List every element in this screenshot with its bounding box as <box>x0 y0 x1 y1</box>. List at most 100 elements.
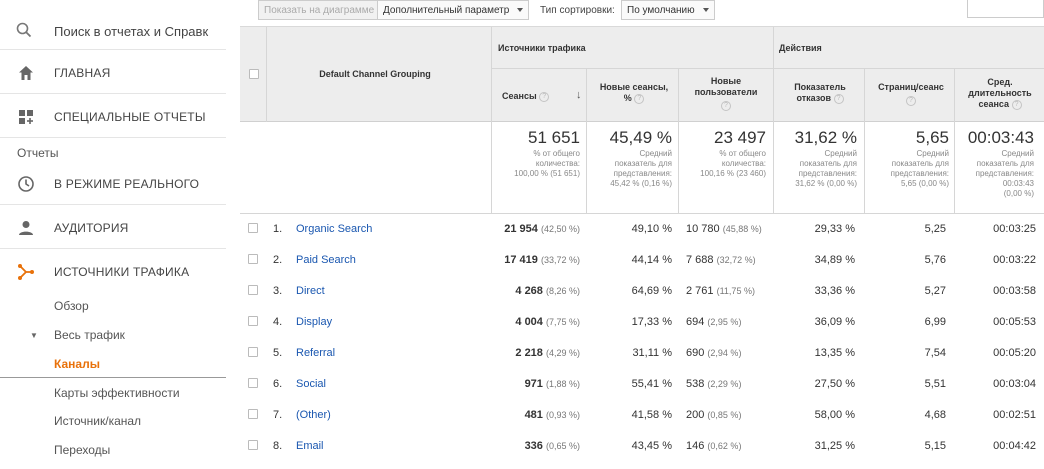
channel-link[interactable]: Paid Search <box>296 254 356 266</box>
clock-icon <box>18 176 34 192</box>
row-index: 2. <box>273 254 283 266</box>
table-search-input[interactable] <box>967 0 1044 18</box>
sessions-value: 2 218 <box>515 347 543 359</box>
search-icon <box>16 22 32 38</box>
sidebar-sub-treemaps[interactable]: Карты эффективности <box>54 386 180 400</box>
col-header-avg-duration[interactable]: Сред. длительность сеанса ? <box>956 77 1044 110</box>
sidebar-item-custom-reports[interactable]: СПЕЦИАЛЬНЫЕ ОТЧЕТЫ <box>0 94 226 138</box>
secondary-dimension-dropdown[interactable]: Дополнительный параметр <box>377 0 530 20</box>
caret-down-icon <box>702 8 709 13</box>
channel-link[interactable]: Direct <box>296 285 325 297</box>
help-icon[interactable]: ? <box>906 95 916 106</box>
sessions-percent: (8,26 %) <box>545 286 580 296</box>
bounce-rate-cell: 34,89 % <box>814 254 855 266</box>
sidebar-item-label: ГЛАВНАЯ <box>54 66 111 80</box>
row-checkbox[interactable] <box>248 347 258 357</box>
help-icon[interactable]: ? <box>833 93 844 104</box>
total-value: 31,62 % <box>794 128 857 147</box>
sessions-value: 336 <box>524 440 543 452</box>
channel-link[interactable]: Social <box>296 378 326 390</box>
avg-duration-cell: 00:04:42 <box>993 440 1036 452</box>
sidebar-sub-all-traffic[interactable]: ▼ Весь трафик <box>30 328 125 342</box>
col-header-sessions[interactable]: Сеансы ? <box>502 91 584 102</box>
sidebar: Поиск в отчетах и Справк ГЛАВНАЯ СПЕЦИАЛ… <box>0 0 226 469</box>
row-checkbox[interactable] <box>248 316 258 326</box>
total-note: 5,65 (0,00 %) <box>900 179 949 188</box>
channel-link[interactable]: Display <box>296 316 332 328</box>
report-search[interactable]: Поиск в отчетах и Справк <box>0 0 226 50</box>
col-header-label: Новые <box>710 76 742 86</box>
sidebar-item-realtime[interactable]: В РЕЖИМЕ РЕАЛЬНОГО <box>0 161 226 205</box>
pages-per-session-cell: 5,51 <box>924 378 946 390</box>
new-users-percent: (2,94 %) <box>707 348 742 358</box>
new-users-value: 694 <box>686 316 705 328</box>
sidebar-item-audience[interactable]: АУДИТОРИЯ <box>0 205 226 249</box>
totals-row: 51 651 % от общего количества: 100,00 % … <box>240 122 1044 214</box>
secondary-dimension-label: Дополнительный параметр <box>383 5 510 16</box>
total-note: представления: <box>798 169 857 178</box>
help-icon[interactable]: ? <box>539 91 550 102</box>
select-all-checkbox[interactable] <box>249 69 259 79</box>
new-users-value: 200 <box>686 409 705 421</box>
row-checkbox[interactable] <box>248 378 258 388</box>
row-checkbox[interactable] <box>248 409 258 419</box>
group-header-acquisition: Источники трафика <box>498 43 586 53</box>
new-users-cell: 10 780 (45,88 %) <box>686 223 762 235</box>
new-sessions-cell: 31,11 % <box>632 347 672 359</box>
channel-link[interactable]: Email <box>296 440 324 452</box>
dimension-header[interactable]: Default Channel Grouping <box>270 69 480 80</box>
help-icon[interactable]: ? <box>634 93 645 104</box>
row-checkbox[interactable] <box>248 285 258 295</box>
total-note: % от общего <box>533 149 580 158</box>
pages-per-session-cell: 6,99 <box>924 316 946 328</box>
help-icon[interactable]: ? <box>721 100 731 111</box>
sessions-percent: (7,75 %) <box>545 317 580 327</box>
sidebar-sub-channels[interactable]: Каналы <box>54 357 100 371</box>
new-users-cell: 690 (2,94 %) <box>686 347 741 359</box>
sessions-value: 971 <box>524 378 543 390</box>
new-sessions-cell: 17,33 % <box>631 316 672 328</box>
sort-type-dropdown[interactable]: По умолчанию <box>621 0 715 20</box>
pages-per-session-cell: 5,15 <box>924 440 946 452</box>
col-header-label: Страниц/сеанс <box>878 82 944 92</box>
sessions-value: 17 419 <box>504 254 538 266</box>
col-header-bounce-rate[interactable]: Показатель отказов ? <box>777 82 863 104</box>
channel-link[interactable]: Organic Search <box>296 223 372 235</box>
row-checkbox[interactable] <box>248 254 258 264</box>
sort-desc-icon[interactable]: ↓ <box>576 89 582 101</box>
sidebar-sub-referrals[interactable]: Переходы <box>54 443 110 457</box>
table-row: 8. Email 336 (0,65 %) 43,45 % 146 (0,62 %) 31… <box>240 431 1044 462</box>
col-header-new-sessions[interactable]: Новые сеансы, % ? <box>590 82 678 104</box>
new-sessions-cell: 55,41 % <box>631 378 672 390</box>
bounce-rate-cell: 58,00 % <box>814 409 855 421</box>
search-input[interactable]: Поиск в отчетах и Справк <box>54 24 208 39</box>
col-header-label: длительность <box>968 88 1032 98</box>
new-users-cell: 200 (0,85 %) <box>686 409 741 421</box>
total-sessions: 51 651 % от общего количества: 100,00 % … <box>494 128 580 178</box>
row-checkbox[interactable] <box>248 440 258 450</box>
bounce-rate-cell: 31,25 % <box>814 440 855 452</box>
total-note: 100,00 % (51 651) <box>514 169 580 178</box>
channel-link[interactable]: Referral <box>296 347 335 359</box>
sidebar-item-home[interactable]: ГЛАВНАЯ <box>0 50 226 94</box>
avg-duration-cell: 00:03:04 <box>993 378 1036 390</box>
pages-per-session-cell: 5,25 <box>924 223 946 235</box>
sidebar-sub-overview[interactable]: Обзор <box>54 299 89 313</box>
new-sessions-cell: 41,58 % <box>631 409 672 421</box>
pages-per-session-cell: 5,27 <box>924 285 946 297</box>
total-note: показатель для <box>891 159 949 168</box>
new-users-cell: 2 761 (11,75 %) <box>686 285 755 297</box>
plot-rows-button[interactable]: Показать на диаграмме <box>258 0 381 20</box>
sidebar-item-label: СПЕЦИАЛЬНЫЕ ОТЧЕТЫ <box>54 110 206 124</box>
help-icon[interactable]: ? <box>1011 99 1022 110</box>
col-header-pages-per-session[interactable]: Страниц/сеанс ? <box>867 82 955 106</box>
sidebar-sub-source-medium[interactable]: Источник/канал <box>54 414 141 428</box>
channel-link[interactable]: (Other) <box>296 409 331 421</box>
sidebar-item-acquisition[interactable]: ИСТОЧНИКИ ТРАФИКА <box>0 249 226 293</box>
col-header-new-users[interactable]: Новые пользователи ? <box>681 76 771 111</box>
row-index: 4. <box>273 316 283 328</box>
table-row: 1. Organic Search 21 954 (42,50 %) 49,10 % 1… <box>240 214 1044 245</box>
row-checkbox[interactable] <box>248 223 258 233</box>
total-note: представления: <box>975 169 1034 178</box>
total-value: 00:03:43 <box>967 128 1034 147</box>
